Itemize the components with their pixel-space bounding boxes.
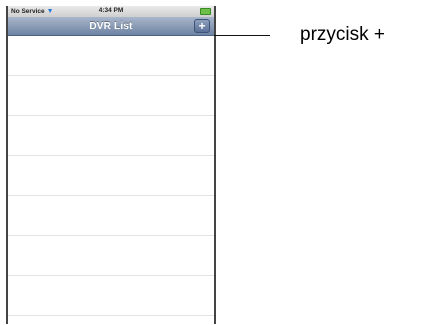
phone-screen: No Service ▼ 4:34 PM DVR List + bbox=[6, 6, 216, 324]
battery-icon bbox=[200, 8, 211, 15]
add-button[interactable]: + bbox=[194, 19, 210, 33]
list-item[interactable] bbox=[8, 276, 214, 316]
carrier-text: No Service bbox=[11, 8, 45, 15]
list-item[interactable] bbox=[8, 36, 214, 76]
nav-bar: DVR List + bbox=[8, 17, 214, 36]
list-item[interactable] bbox=[8, 116, 214, 156]
list-item[interactable] bbox=[8, 156, 214, 196]
list-item[interactable] bbox=[8, 76, 214, 116]
list-item[interactable] bbox=[8, 236, 214, 276]
status-bar: No Service ▼ 4:34 PM bbox=[8, 6, 214, 17]
annotation-label: przycisk + bbox=[300, 24, 385, 45]
dvr-list bbox=[8, 36, 214, 316]
wifi-icon: ▼ bbox=[46, 8, 54, 15]
nav-title: DVR List bbox=[89, 20, 133, 32]
list-item[interactable] bbox=[8, 196, 214, 236]
status-left: No Service ▼ bbox=[11, 8, 54, 15]
annotation-line bbox=[214, 35, 270, 36]
